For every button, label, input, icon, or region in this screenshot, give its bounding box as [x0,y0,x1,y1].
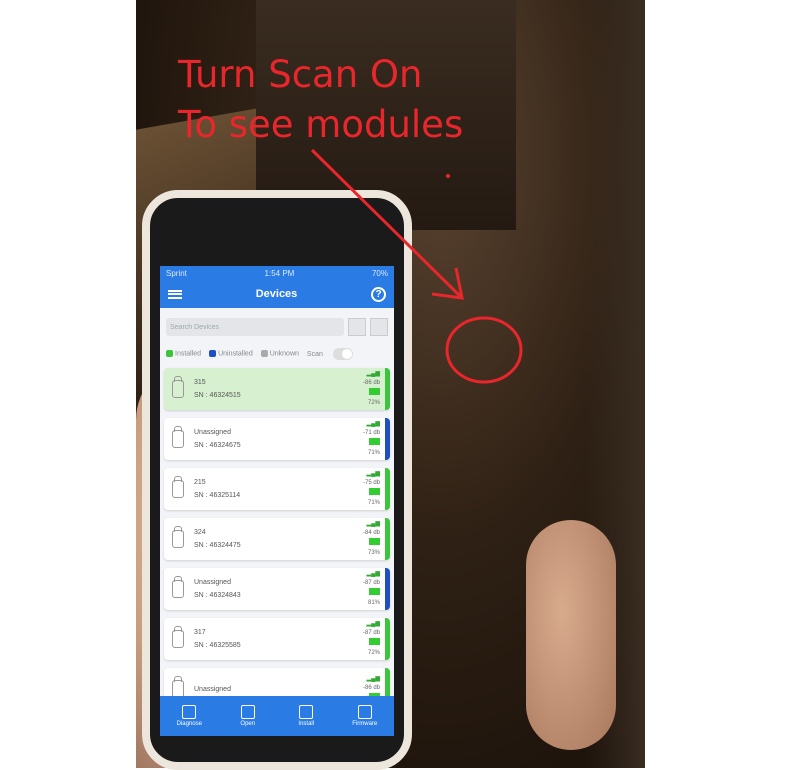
annotation-circle [445,316,523,384]
annotation-dot [446,174,450,178]
annotation-line-2: To see modules [178,103,464,146]
annotation-line-1: Turn Scan On [178,53,423,96]
annotation-arrow-line [310,148,462,298]
annotation-text: Turn Scan On To see modules [178,50,463,150]
